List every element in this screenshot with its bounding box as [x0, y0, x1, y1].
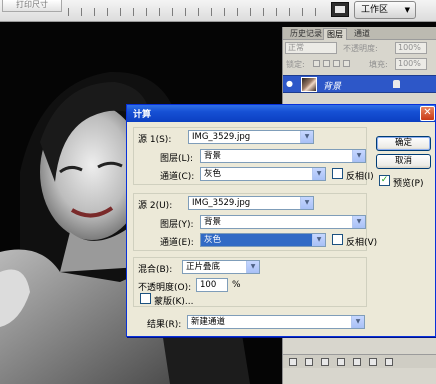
source1-layer-label: 图层(L): [160, 154, 194, 164]
new-layer-icon[interactable] [369, 358, 377, 366]
mask-label: 蒙版(K)... [154, 297, 194, 307]
preview-checkbox[interactable]: ✓ [379, 175, 390, 186]
mask-checkbox[interactable] [140, 293, 151, 304]
source1-file-select[interactable]: IMG_3529.jpg ▼ [188, 130, 314, 144]
blend-mode-select[interactable]: 正常 [285, 42, 337, 54]
trash-icon[interactable] [385, 358, 393, 366]
source2-layer-value: 背景 [204, 217, 222, 227]
source1-layer-select[interactable]: 背景 ▼ [200, 149, 366, 163]
preview-label: 预览(P) [393, 179, 424, 189]
source1-file-value: IMG_3529.jpg [192, 132, 251, 142]
link-icon[interactable] [289, 358, 297, 366]
result-value: 新建通道 [191, 317, 226, 327]
source1-channel-value: 灰色 [204, 169, 222, 179]
calculations-dialog: 计算 ✕ 源 1(S): IMG_3529.jpg ▼ 图层(L): 背景 ▼ … [126, 104, 436, 337]
layer-row-background[interactable]: ● 背景 [283, 75, 436, 93]
source2-group: 源 2(U): IMG_3529.jpg ▼ 图层(Y): 背景 ▼ 通道(E)… [133, 193, 377, 251]
mask-icon[interactable] [321, 358, 329, 366]
tab-history[interactable]: 历史记录 [287, 28, 325, 40]
source2-channel-label: 通道(E): [160, 238, 194, 248]
horizontal-ruler [68, 8, 328, 20]
chevron-down-icon: ▼ [246, 261, 259, 273]
folder-icon[interactable] [353, 358, 361, 366]
tab-channels[interactable]: 通道 [351, 28, 373, 40]
fx-icon[interactable] [305, 358, 313, 366]
options-bar: 打印尺寸 工作区 ▼ [0, 0, 436, 22]
chevron-down-icon: ▼ [352, 150, 365, 162]
lock-row: 锁定: 填充: 100% [283, 57, 436, 71]
chevron-down-icon: ▼ [312, 168, 325, 180]
lock-all-icon[interactable] [343, 60, 350, 67]
source2-file-value: IMG_3529.jpg [192, 198, 251, 208]
source1-layer-value: 背景 [204, 151, 222, 161]
layer-thumbnail [301, 77, 317, 92]
source1-channel-label: 通道(C): [160, 172, 195, 182]
source2-layer-select[interactable]: 背景 ▼ [200, 215, 366, 229]
lock-image-icon[interactable] [323, 60, 330, 67]
blending-group: 混合(B): 正片叠底 ▼ 不透明度(O): 100 % 蒙版(K)... [133, 257, 367, 307]
print-size-button[interactable]: 打印尺寸 [2, 0, 62, 12]
chevron-down-icon: ▼ [300, 131, 313, 143]
fill-field[interactable]: 100% [395, 58, 427, 70]
source2-invert-checkbox[interactable] [332, 234, 343, 245]
source2-channel-select[interactable]: 灰色 ▼ [200, 233, 326, 247]
source2-layer-label: 图层(Y): [160, 220, 194, 230]
blending-mode-select[interactable]: 正片叠底 ▼ [182, 260, 260, 274]
chevron-down-icon: ▼ [404, 6, 410, 14]
percent-sign: % [232, 280, 241, 290]
source1-invert-label: 反相(I) [346, 172, 374, 182]
blending-label: 混合(B): [138, 265, 173, 275]
blending-mode-value: 正片叠底 [186, 262, 221, 272]
source2-channel-value: 灰色 [204, 235, 222, 245]
source1-invert-checkbox[interactable] [332, 168, 343, 179]
dialog-title: 计算 [133, 110, 152, 120]
source1-group: 源 1(S): IMG_3529.jpg ▼ 图层(L): 背景 ▼ 通道(C)… [133, 127, 374, 185]
cancel-button[interactable]: 取消 [376, 154, 431, 169]
workspace-button[interactable]: 工作区 ▼ [354, 1, 416, 19]
fill-label: 填充: [369, 60, 388, 69]
blending-opacity-label: 不透明度(O): [138, 283, 192, 293]
chevron-down-icon: ▼ [351, 316, 364, 328]
screen-mode-icon[interactable] [331, 2, 349, 17]
panel-tab-bar: 历史记录 图层 通道 [283, 27, 436, 40]
source1-label: 源 1(S): [138, 135, 172, 145]
workspace-label: 工作区 [361, 5, 389, 15]
source2-invert-label: 反相(V) [346, 238, 378, 248]
chevron-down-icon: ▼ [300, 197, 313, 209]
source1-channel-select[interactable]: 灰色 ▼ [200, 167, 326, 181]
source2-label: 源 2(U): [138, 201, 173, 211]
eye-icon[interactable]: ● [286, 80, 296, 88]
lock-label: 锁定: [286, 60, 305, 69]
lock-position-icon[interactable] [333, 60, 340, 67]
dialog-title-bar[interactable]: 计算 ✕ [127, 105, 435, 122]
source2-file-select[interactable]: IMG_3529.jpg ▼ [188, 196, 314, 210]
ok-button[interactable]: 确定 [376, 136, 431, 151]
padlock-icon [393, 80, 400, 88]
chevron-down-icon: ▼ [312, 234, 325, 246]
close-icon[interactable]: ✕ [420, 106, 435, 121]
opacity-label: 不透明度: [343, 44, 378, 53]
result-select[interactable]: 新建通道 ▼ [187, 315, 365, 329]
chevron-down-icon: ▼ [352, 216, 365, 228]
result-label: 结果(R): [147, 320, 182, 330]
blending-opacity-field[interactable]: 100 [196, 278, 228, 292]
opacity-field[interactable]: 100% [395, 42, 427, 54]
blend-row: 正常 不透明度: 100% [283, 41, 436, 55]
adjustment-icon[interactable] [337, 358, 345, 366]
tab-layers[interactable]: 图层 [323, 28, 347, 40]
lock-transparent-icon[interactable] [313, 60, 320, 67]
layers-footer [283, 354, 436, 368]
layer-name: 背景 [323, 82, 342, 92]
